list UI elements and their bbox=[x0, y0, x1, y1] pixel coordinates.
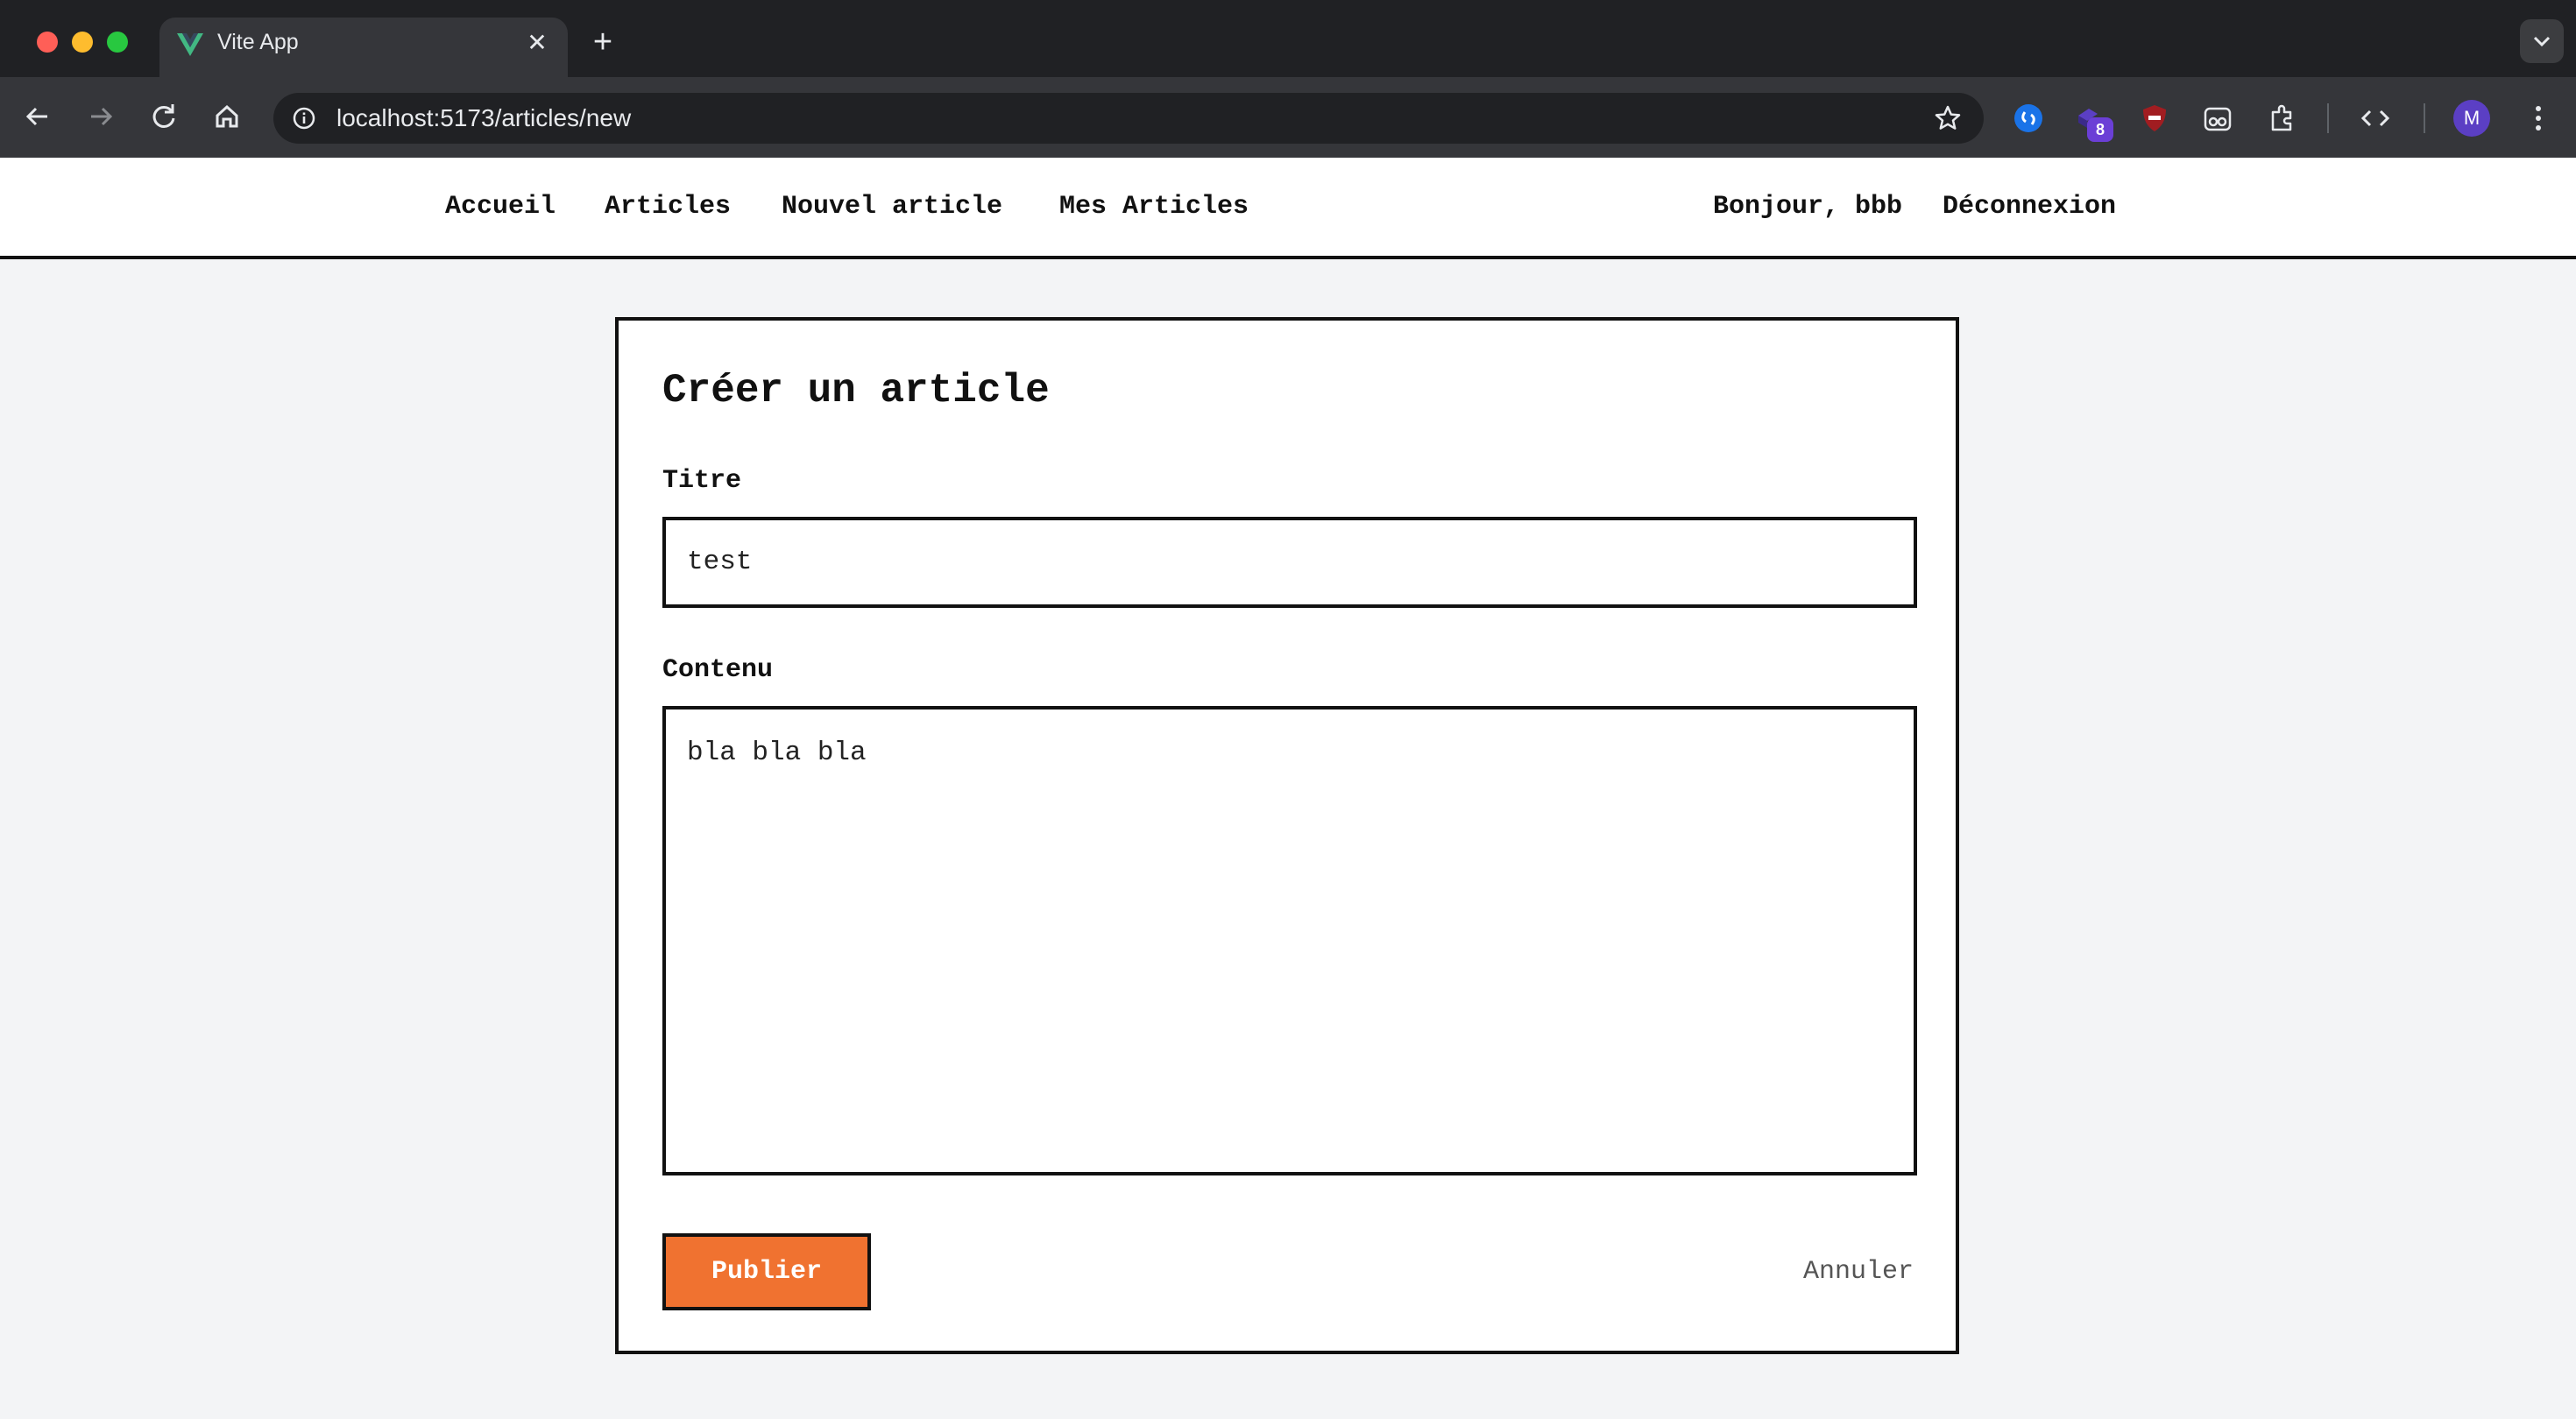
privacy-mask-extension-icon[interactable] bbox=[2197, 98, 2238, 138]
window-minimize-button[interactable] bbox=[72, 32, 93, 53]
tab-title: Vite App bbox=[217, 30, 299, 54]
back-icon[interactable] bbox=[18, 96, 58, 137]
tab-search-button[interactable] bbox=[2520, 19, 2564, 63]
nav-new-article-link[interactable]: Nouvel article bbox=[782, 158, 1002, 256]
content-textarea[interactable]: bla bla bla bbox=[662, 706, 1917, 1175]
create-article-card: Créer un article Titre test Contenu bla … bbox=[615, 317, 1959, 1354]
browser-tab-active[interactable]: Vite App ✕ bbox=[159, 18, 568, 77]
address-bar[interactable]: localhost:5173/articles/new bbox=[273, 93, 1984, 144]
window-maximize-button[interactable] bbox=[107, 32, 128, 53]
vue-logo-icon bbox=[177, 33, 203, 56]
kebab-menu-icon[interactable] bbox=[2518, 98, 2558, 138]
ublock-shield-icon[interactable] bbox=[2134, 98, 2175, 138]
cancel-link[interactable]: Annuler bbox=[1803, 1233, 1914, 1310]
browser-tab-strip: Vite App ✕ + bbox=[0, 0, 2576, 77]
toolbar-separator bbox=[2424, 103, 2425, 133]
content-label: Contenu bbox=[662, 655, 774, 685]
toolbar-separator bbox=[2327, 103, 2329, 133]
bookmark-star-icon[interactable] bbox=[1933, 103, 1963, 133]
title-label: Titre bbox=[662, 466, 742, 496]
nav-home-link[interactable]: Accueil bbox=[445, 158, 556, 256]
site-info-icon[interactable] bbox=[291, 105, 317, 131]
window-close-button[interactable] bbox=[37, 32, 58, 53]
home-icon[interactable] bbox=[207, 96, 247, 137]
profile-avatar[interactable]: M bbox=[2453, 100, 2490, 137]
publish-button[interactable]: Publier bbox=[662, 1233, 871, 1310]
page-title: Créer un article bbox=[662, 368, 1050, 413]
shazam-extension-icon[interactable] bbox=[2008, 98, 2049, 138]
code-brackets-icon[interactable] bbox=[2355, 98, 2396, 138]
url-text[interactable]: localhost:5173/articles/new bbox=[336, 93, 631, 144]
nav-my-articles-link[interactable]: Mes Articles bbox=[1059, 158, 1249, 256]
extension-count-badge: 8 bbox=[2087, 117, 2113, 142]
chevron-down-icon bbox=[2533, 36, 2551, 47]
nav-articles-link[interactable]: Articles bbox=[605, 158, 731, 256]
extensions-puzzle-icon[interactable] bbox=[2262, 98, 2303, 138]
forward-icon[interactable] bbox=[81, 96, 121, 137]
tab-close-icon[interactable]: ✕ bbox=[522, 28, 552, 58]
new-tab-button[interactable]: + bbox=[585, 25, 620, 60]
user-greeting: Bonjour, bbb bbox=[1713, 192, 1903, 222]
logout-link[interactable]: Déconnexion bbox=[1943, 158, 2116, 256]
reload-icon[interactable] bbox=[144, 96, 184, 137]
title-input[interactable]: test bbox=[662, 517, 1917, 608]
site-navbar: Accueil Articles Nouvel article Mes Arti… bbox=[0, 158, 2576, 259]
